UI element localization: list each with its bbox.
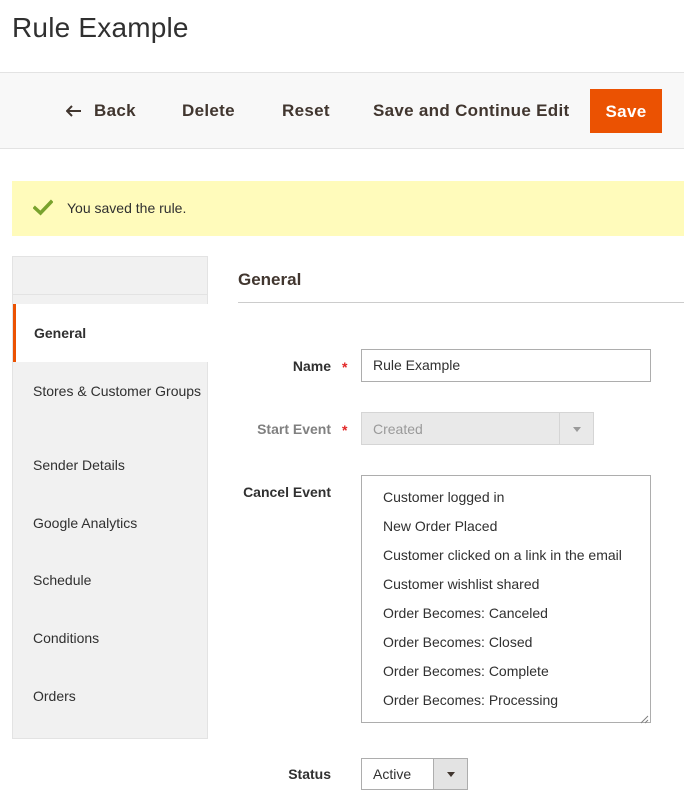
page-actions-toolbar: Back Delete Reset Save and Continue Edit… xyxy=(0,72,684,149)
status-value: Active xyxy=(373,766,412,782)
reset-button[interactable]: Reset xyxy=(282,89,330,133)
cancel-event-option[interactable]: Customer logged in xyxy=(383,489,504,505)
start-event-select: Created xyxy=(361,412,594,445)
start-event-label: Start Event xyxy=(257,421,331,437)
cancel-event-label: Cancel Event xyxy=(243,484,331,500)
cancel-event-option[interactable]: Order Becomes: Canceled xyxy=(383,605,548,621)
chevron-down-icon[interactable] xyxy=(433,759,467,789)
message-text: You saved the rule. xyxy=(67,200,187,216)
check-icon xyxy=(32,199,54,217)
tab-google-analytics[interactable]: Google Analytics xyxy=(13,495,208,551)
cancel-event-option[interactable]: Order Becomes: Processing xyxy=(383,692,558,708)
back-button[interactable]: Back xyxy=(65,89,136,134)
save-button[interactable]: Save xyxy=(590,89,662,133)
tab-schedule[interactable]: Schedule xyxy=(13,552,208,608)
tab-orders[interactable]: Orders xyxy=(13,668,208,724)
page-title: Rule Example xyxy=(12,12,189,43)
delete-button[interactable]: Delete xyxy=(182,89,235,133)
section-divider xyxy=(238,302,684,303)
cancel-event-option[interactable]: Order Becomes: Closed xyxy=(383,634,532,650)
arrow-left-icon xyxy=(65,90,82,134)
cancel-event-multiselect[interactable]: Customer logged in New Order Placed Cust… xyxy=(361,475,651,724)
required-marker: * xyxy=(342,359,348,375)
cancel-event-option[interactable]: Customer clicked on a link in the email xyxy=(383,547,622,563)
status-label: Status xyxy=(288,766,331,782)
cancel-event-option[interactable]: Order Becomes: Complete xyxy=(383,663,549,679)
tabs-header xyxy=(13,257,207,295)
start-event-value: Created xyxy=(373,421,423,437)
resize-handle-icon[interactable] xyxy=(639,711,649,724)
success-message: You saved the rule. xyxy=(12,181,684,236)
tab-conditions[interactable]: Conditions xyxy=(13,610,208,666)
cancel-event-option[interactable]: Customer wishlist shared xyxy=(383,576,539,592)
tab-general[interactable]: General xyxy=(13,304,208,362)
status-select[interactable]: Active xyxy=(361,758,468,790)
name-input[interactable]: Rule Example xyxy=(361,349,651,382)
section-title: General xyxy=(238,270,302,289)
back-label: Back xyxy=(94,101,136,120)
cancel-event-option[interactable]: New Order Placed xyxy=(383,518,497,534)
chevron-down-icon xyxy=(559,413,593,444)
required-marker: * xyxy=(342,422,348,438)
save-and-continue-button[interactable]: Save and Continue Edit xyxy=(373,89,569,133)
name-label: Name xyxy=(292,358,331,374)
